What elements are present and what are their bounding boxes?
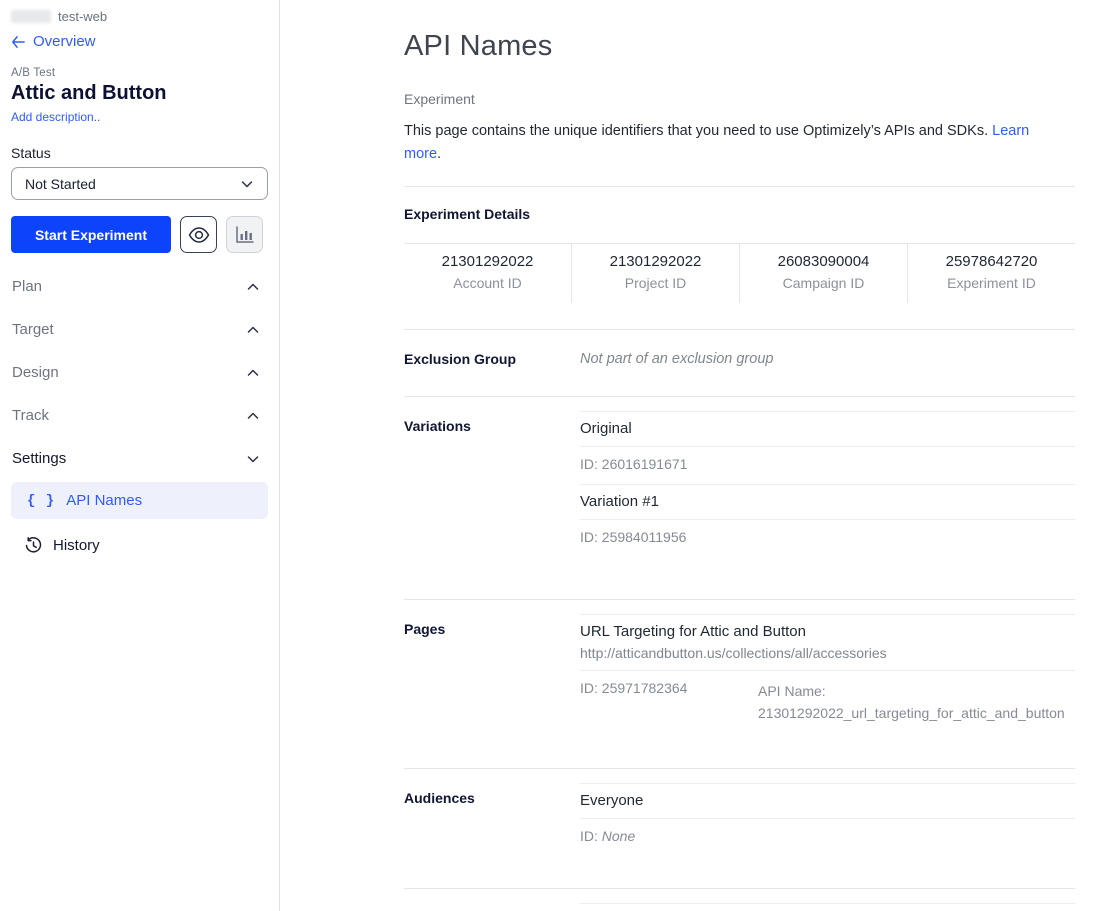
variation-name: Variation #1 bbox=[580, 484, 1075, 519]
page-id: ID: 25971782364 bbox=[580, 680, 758, 724]
back-to-overview-link[interactable]: Overview bbox=[11, 33, 96, 50]
eye-icon bbox=[188, 227, 210, 243]
page-description: This page contains the unique identifier… bbox=[404, 120, 1064, 166]
api-name-value: 21301292022_url_targeting_for_attic_and_… bbox=[758, 702, 1075, 724]
redacted-project-logo bbox=[11, 10, 51, 23]
details-col-account: 21301292022 Account ID bbox=[404, 244, 571, 303]
experiment-id-value: 25978642720 bbox=[908, 253, 1075, 270]
back-arrow-icon bbox=[11, 35, 25, 49]
variation-id: ID: 25984011956 bbox=[580, 519, 1075, 557]
api-name-prefix: API Name: bbox=[758, 683, 826, 699]
campaign-id-label: Campaign ID bbox=[740, 275, 907, 291]
chevron-up-icon bbox=[246, 366, 260, 380]
page-subtitle: Experiment bbox=[404, 91, 1075, 107]
sidebar-item-history[interactable]: History bbox=[11, 527, 268, 564]
pages-label: Pages bbox=[404, 614, 580, 768]
status-dropdown[interactable]: Not Started bbox=[11, 167, 268, 200]
audience-id: ID: None bbox=[580, 818, 1075, 856]
page-entry: URL Targeting for Attic and Button http:… bbox=[580, 614, 1075, 670]
exclusion-group-label: Exclusion Group bbox=[404, 344, 580, 368]
variation-id: ID: 26016191671 bbox=[580, 446, 1075, 484]
sidebar-item-plan[interactable]: Plan bbox=[11, 265, 268, 308]
experiment-type-label: A/B Test bbox=[11, 67, 268, 79]
chevron-up-icon bbox=[246, 323, 260, 337]
description-text: This page contains the unique identifier… bbox=[404, 123, 988, 139]
braces-icon: { } bbox=[27, 493, 55, 509]
experiment-name-heading: Attic and Button bbox=[11, 82, 268, 105]
account-id-label: Account ID bbox=[404, 275, 571, 291]
main-content: API Names Experiment This page contains … bbox=[280, 0, 1101, 911]
audiences-label: Audiences bbox=[404, 783, 580, 888]
sidebar: test-web Overview A/B Test Attic and But… bbox=[0, 0, 280, 911]
chevron-up-icon bbox=[246, 409, 260, 423]
events-section: Events Visit Page: Cart ID: 25874761169 … bbox=[404, 888, 1075, 911]
status-dropdown-value: Not Started bbox=[25, 176, 96, 192]
learn-more-period: . bbox=[437, 146, 441, 162]
project-id-value: 21301292022 bbox=[572, 253, 739, 270]
exclusion-group-value: Not part of an exclusion group bbox=[580, 344, 773, 367]
exclusion-group-section: Exclusion Group Not part of an exclusion… bbox=[404, 329, 1075, 396]
pages-section: Pages URL Targeting for Attic and Button… bbox=[404, 599, 1075, 768]
event-name: Visit Page: Cart bbox=[580, 903, 1075, 911]
sidebar-nav: Plan Target Design Track bbox=[11, 265, 268, 564]
audience-id-value: None bbox=[602, 828, 635, 844]
sidebar-item-target[interactable]: Target bbox=[11, 308, 268, 351]
sidebar-item-track[interactable]: Track bbox=[11, 394, 268, 437]
results-button[interactable] bbox=[226, 216, 263, 253]
project-id-label: Project ID bbox=[572, 275, 739, 291]
page-title: API Names bbox=[404, 30, 1075, 63]
page-name: URL Targeting for Attic and Button bbox=[580, 623, 1075, 640]
events-label: Events bbox=[404, 903, 580, 911]
status-label: Status bbox=[11, 145, 268, 161]
details-col-campaign: 26083090004 Campaign ID bbox=[739, 244, 907, 303]
experiment-id-label: Experiment ID bbox=[908, 275, 1075, 291]
variations-label: Variations bbox=[404, 411, 580, 599]
history-icon bbox=[25, 537, 42, 554]
overview-link-label: Overview bbox=[33, 33, 96, 50]
app-window: test-web Overview A/B Test Attic and But… bbox=[0, 0, 1101, 911]
page-url: http://atticandbutton.us/collections/all… bbox=[580, 645, 1075, 661]
chevron-down-icon bbox=[240, 177, 254, 191]
details-col-experiment: 25978642720 Experiment ID bbox=[907, 244, 1075, 303]
variations-section: Variations Original ID: 26016191671 Vari… bbox=[404, 396, 1075, 599]
bar-chart-icon bbox=[235, 226, 255, 244]
project-name-label: test-web bbox=[58, 9, 107, 24]
account-id-value: 21301292022 bbox=[404, 253, 571, 270]
section-divider bbox=[404, 186, 1075, 187]
experiment-details-heading: Experiment Details bbox=[404, 206, 1075, 222]
sidebar-item-api-names[interactable]: { } API Names bbox=[11, 482, 268, 519]
audiences-section: Audiences Everyone ID: None bbox=[404, 768, 1075, 888]
chevron-down-icon bbox=[246, 452, 260, 466]
experiment-details-table: 21301292022 Account ID 21301292022 Proje… bbox=[404, 243, 1075, 303]
details-col-project: 21301292022 Project ID bbox=[571, 244, 739, 303]
audience-name: Everyone bbox=[580, 783, 1075, 818]
page-api-name: API Name: 21301292022_url_targeting_for_… bbox=[758, 680, 1075, 724]
action-button-row: Start Experiment bbox=[11, 216, 268, 253]
sidebar-item-design[interactable]: Design bbox=[11, 351, 268, 394]
preview-button[interactable] bbox=[180, 216, 217, 253]
add-description-link[interactable]: Add description.. bbox=[11, 110, 100, 124]
project-row: test-web bbox=[11, 9, 268, 24]
variation-name: Original bbox=[580, 411, 1075, 446]
page-id-row: ID: 25971782364 API Name: 21301292022_ur… bbox=[580, 670, 1075, 736]
audience-id-prefix: ID: bbox=[580, 828, 602, 844]
start-experiment-button[interactable]: Start Experiment bbox=[11, 216, 171, 253]
chevron-up-icon bbox=[246, 280, 260, 294]
sidebar-item-settings[interactable]: Settings bbox=[11, 437, 268, 480]
campaign-id-value: 26083090004 bbox=[740, 253, 907, 270]
